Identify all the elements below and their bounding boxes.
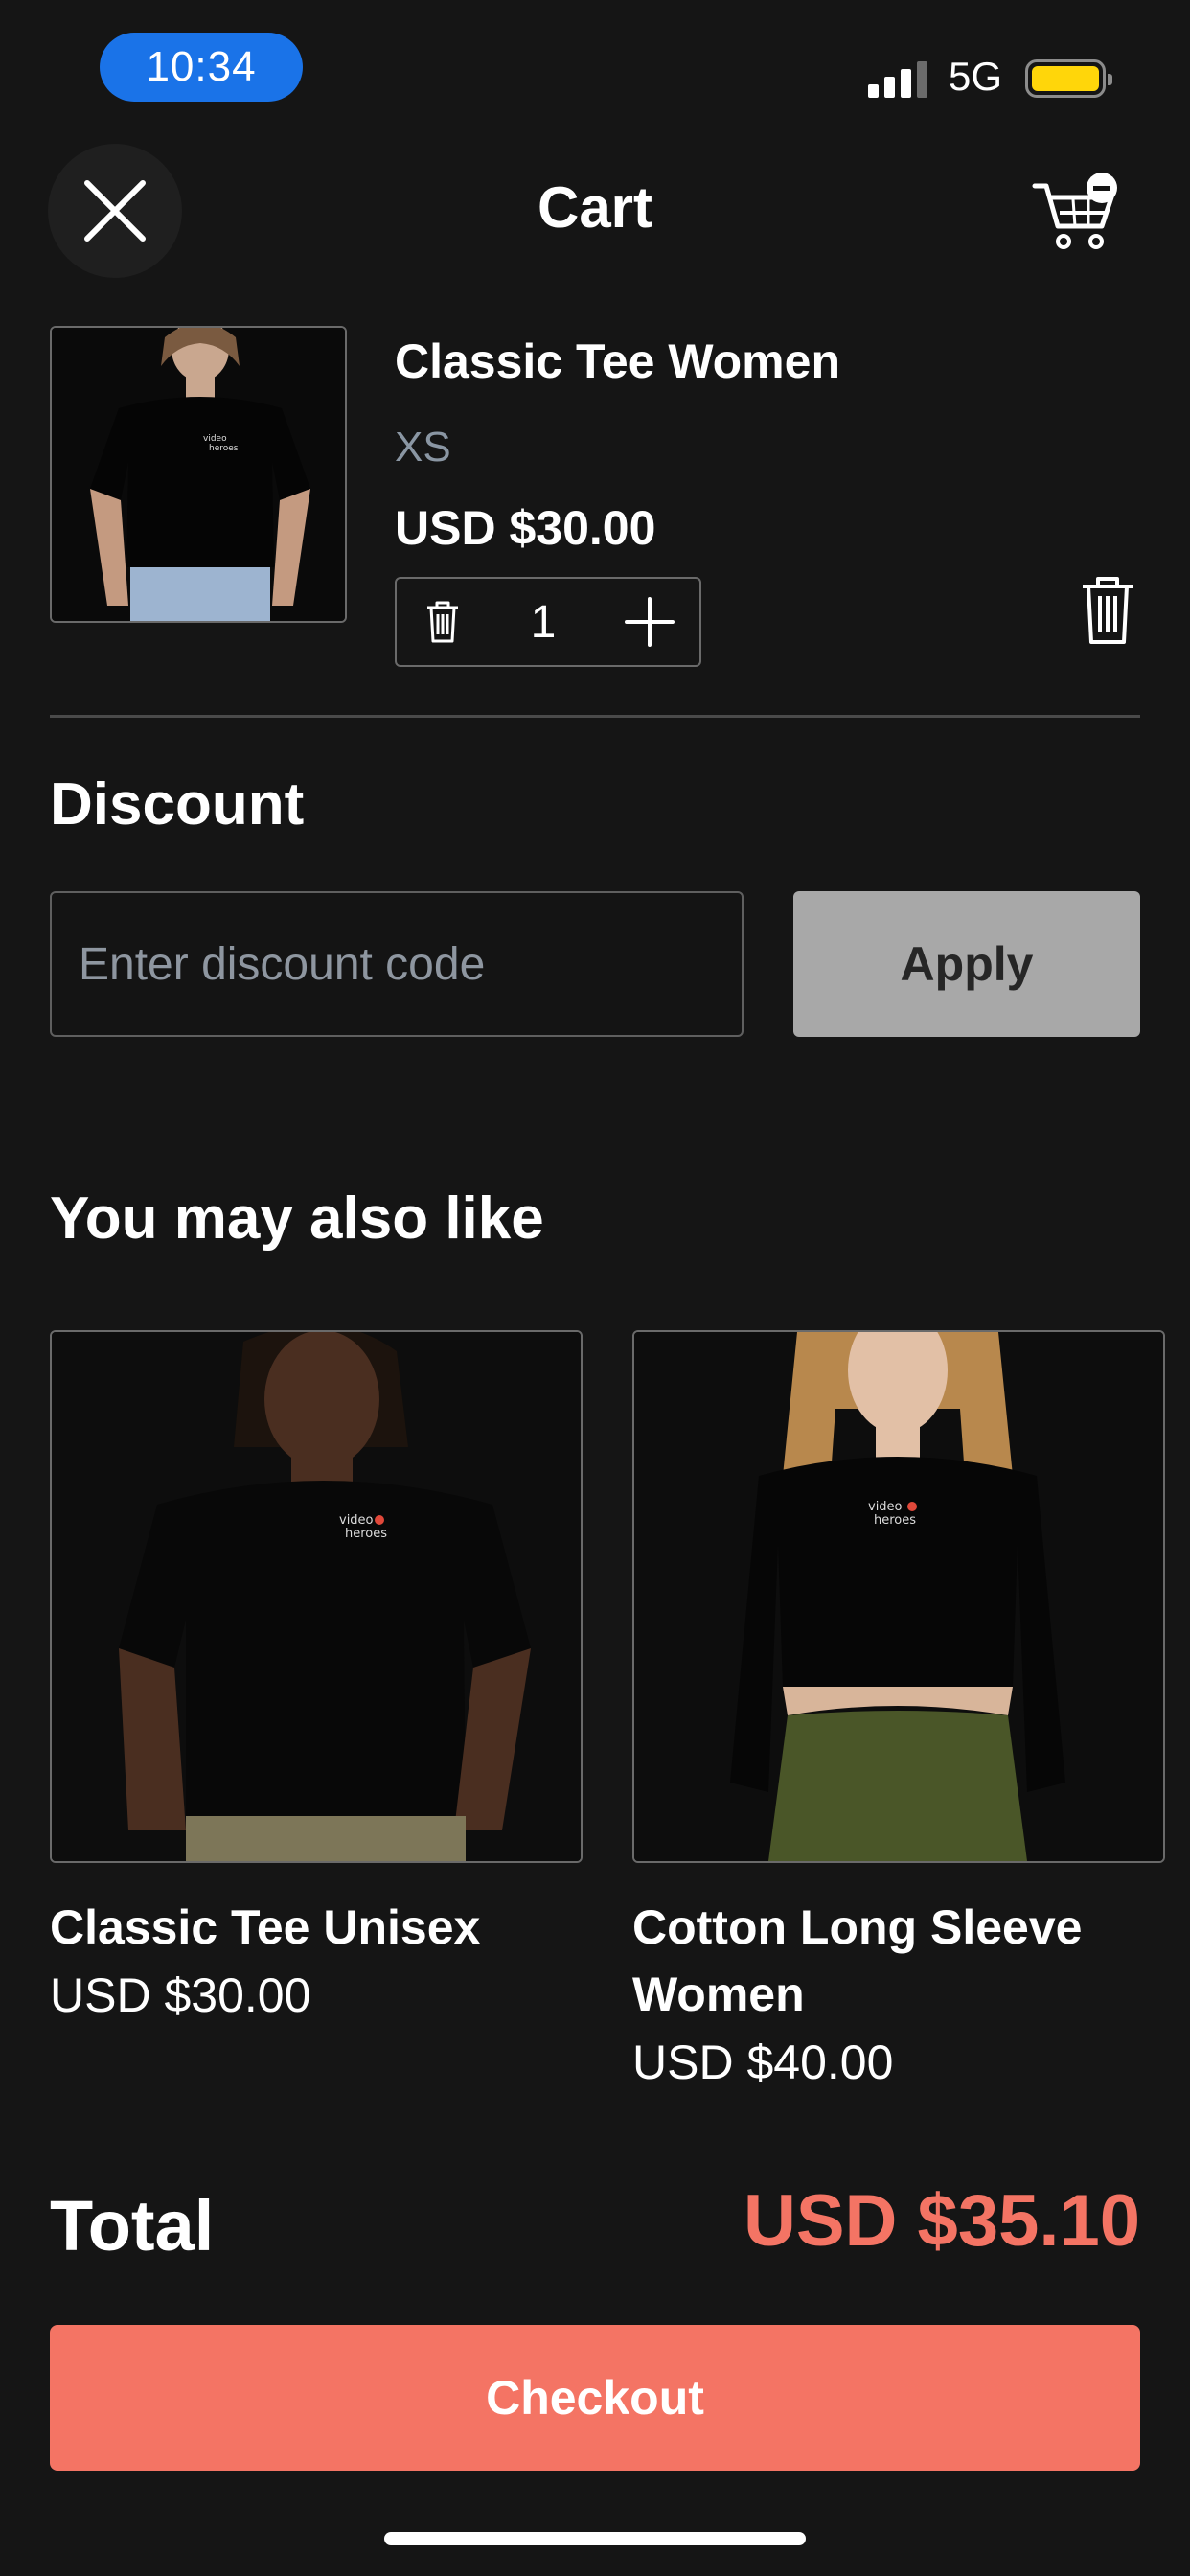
svg-text:heroes: heroes xyxy=(345,1527,387,1541)
remove-item-trash-icon[interactable] xyxy=(1079,575,1136,646)
checkout-button[interactable]: Checkout xyxy=(50,2325,1140,2471)
svg-text:video: video xyxy=(868,1500,903,1514)
page-title: Cart xyxy=(537,175,653,240)
home-indicator[interactable] xyxy=(384,2532,806,2545)
svg-text:heroes: heroes xyxy=(874,1513,916,1528)
discount-heading: Discount xyxy=(50,771,305,838)
product-name: Cotton Long Sleeve Women xyxy=(632,1900,1083,2021)
product-name: Classic Tee Unisex xyxy=(50,1900,481,1954)
plus-icon[interactable] xyxy=(624,597,675,647)
divider xyxy=(50,715,1140,718)
product-image[interactable]: video heroes xyxy=(50,1330,583,1863)
cart-item-name: Classic Tee Women xyxy=(395,334,840,388)
discount-code-input[interactable] xyxy=(50,891,744,1037)
product-price: USD $30.00 xyxy=(50,1968,311,2022)
svg-text:video: video xyxy=(339,1513,374,1528)
total-value: USD $35.10 xyxy=(743,2180,1140,2262)
cellular-signal-icon xyxy=(868,61,927,98)
quantity-stepper: 1 xyxy=(395,577,701,667)
decrease-trash-icon[interactable] xyxy=(423,600,462,644)
recommendation-card[interactable]: video heroes Cotton Long Sleeve Women US… xyxy=(632,1330,1165,2097)
recommendations-heading: You may also like xyxy=(50,1185,544,1252)
apply-discount-button[interactable]: Apply xyxy=(793,891,1140,1037)
cart-item-price: USD $30.00 xyxy=(395,501,656,555)
cart-item-image[interactable]: video heroes xyxy=(50,326,347,623)
svg-text:video: video xyxy=(203,434,227,444)
cart-item-variant: XS xyxy=(395,424,451,471)
battery-icon xyxy=(1025,59,1112,98)
total-label: Total xyxy=(50,2186,215,2266)
recommendation-card[interactable]: video heroes Classic Tee Unisex USD $30.… xyxy=(50,1330,583,2030)
quantity-value: 1 xyxy=(530,596,557,648)
product-price: USD $40.00 xyxy=(632,2036,894,2089)
network-type: 5G xyxy=(949,54,1003,99)
status-time: 10:34 xyxy=(100,33,303,102)
product-image[interactable]: video heroes xyxy=(632,1330,1165,1863)
svg-text:heroes: heroes xyxy=(209,444,239,453)
cart-remove-icon[interactable] xyxy=(1031,172,1123,253)
